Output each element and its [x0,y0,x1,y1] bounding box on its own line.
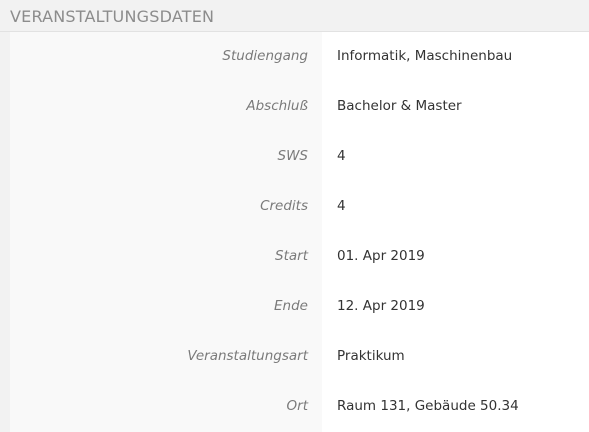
event-data-table: Studiengang Informatik, Maschinenbau Abs… [10,32,589,432]
value-cell: Raum 131, Gebäude 50.34 [322,382,589,432]
label-cell: Veranstaltungsart [10,332,322,382]
field-value-abschluss: Bachelor & Master [337,98,462,114]
field-value-sws: 4 [337,148,346,164]
value-cell: 12. Apr 2019 [322,282,589,332]
label-cell: Credits [10,182,322,232]
value-cell: 4 [322,132,589,182]
label-cell: SWS [10,132,322,182]
label-cell: Ort [10,382,322,432]
field-value-start: 01. Apr 2019 [337,248,425,264]
value-cell: 01. Apr 2019 [322,232,589,282]
row-veranstaltungsart: Veranstaltungsart Praktikum [10,332,589,382]
value-cell: Bachelor & Master [322,82,589,132]
field-label-studiengang: Studiengang [222,48,308,64]
value-cell: Praktikum [322,332,589,382]
value-cell: Informatik, Maschinenbau [322,32,589,82]
field-label-start: Start [275,248,308,264]
field-value-studiengang: Informatik, Maschinenbau [337,48,513,64]
field-label-veranstaltungsart: Veranstaltungsart [187,348,308,364]
field-label-ort: Ort [286,398,308,414]
field-value-veranstaltungsart: Praktikum [337,348,405,364]
row-ende: Ende 12. Apr 2019 [10,282,589,332]
row-sws: SWS 4 [10,132,589,182]
row-ort: Ort Raum 131, Gebäude 50.34 [10,382,589,432]
field-label-ende: Ende [274,298,308,314]
row-credits: Credits 4 [10,182,589,232]
field-label-abschluss: Abschluß [246,98,308,114]
field-value-ende: 12. Apr 2019 [337,298,425,314]
field-value-credits: 4 [337,198,346,214]
label-cell: Studiengang [10,32,322,82]
label-cell: Start [10,232,322,282]
field-label-credits: Credits [260,198,308,214]
label-cell: Ende [10,282,322,332]
section-header: VERANSTALTUNGSDATEN [0,0,589,32]
section-title: VERANSTALTUNGSDATEN [10,7,215,26]
field-label-sws: SWS [277,148,309,164]
row-studiengang: Studiengang Informatik, Maschinenbau [10,32,589,82]
label-cell: Abschluß [10,82,322,132]
row-abschluss: Abschluß Bachelor & Master [10,82,589,132]
value-cell: 4 [322,182,589,232]
row-start: Start 01. Apr 2019 [10,232,589,282]
field-value-ort: Raum 131, Gebäude 50.34 [337,398,519,414]
